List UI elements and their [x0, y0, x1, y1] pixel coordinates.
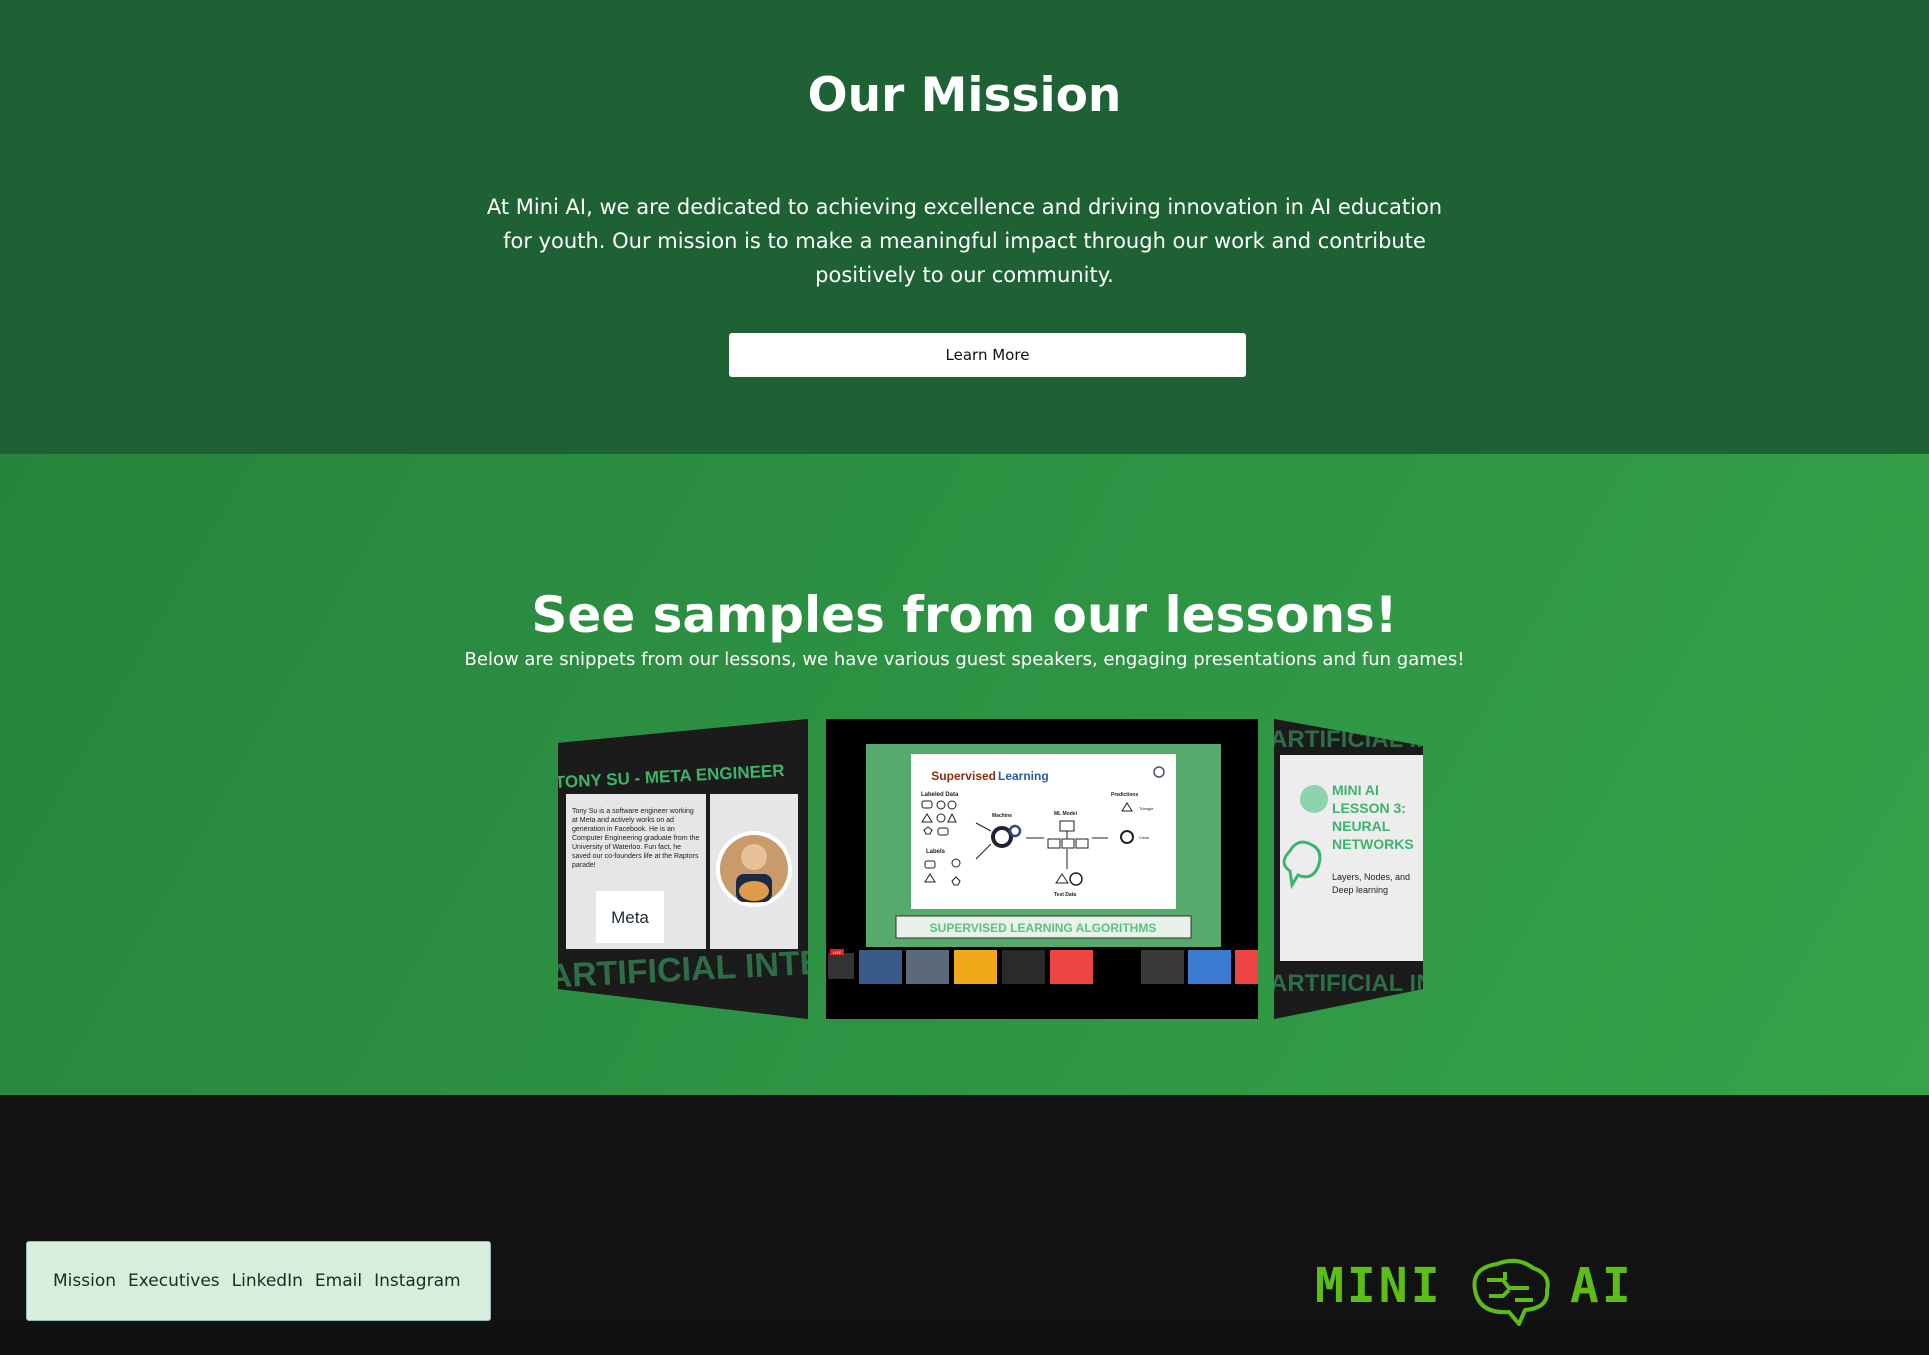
- lesson3-subheading: Layers, Nodes, and Deep learning: [1332, 872, 1411, 895]
- mission-paragraph: At Mini AI, we are dedicated to achievin…: [486, 195, 1443, 287]
- footer-link-instagram[interactable]: Instagram: [374, 1271, 461, 1291]
- svg-text:Predictions: Predictions: [1111, 792, 1138, 798]
- mini-ai-logo: MINI AI: [1315, 1250, 1635, 1330]
- lesson3-heading: MINI AI LESSON 3: NEURAL NETWORKS: [1332, 782, 1414, 851]
- mission-title: Our Mission: [807, 68, 1122, 123]
- footer-link-email[interactable]: Email: [315, 1271, 362, 1291]
- svg-text:Labeled Data: Labeled Data: [921, 792, 959, 798]
- supervised-learning-slide-art: Supervised Learning Labeled Data Labels …: [826, 719, 1258, 1019]
- footer: Mission Executives LinkedIn Email Instag…: [0, 1095, 1929, 1355]
- mission-section: Our Mission At Mini AI, we are dedicated…: [0, 0, 1929, 454]
- svg-text:Machine: Machine: [992, 813, 1012, 819]
- footer-nav: Mission Executives LinkedIn Email Instag…: [26, 1241, 491, 1321]
- learn-more-button[interactable]: Learn More: [729, 333, 1246, 377]
- meta-logo-text: Meta: [611, 908, 649, 927]
- neural-networks-slide-art: ARTIFICIAL INTELLIGENCE (A ARTIFICIAL IN…: [1274, 719, 1423, 1019]
- footer-link-executives[interactable]: Executives: [128, 1271, 220, 1291]
- logo-word-ai: AI: [1570, 1258, 1634, 1314]
- slide-guest-speaker[interactable]: ARTIFICIAL INTELLIGENCE (A TONY SU - MET…: [558, 719, 808, 1019]
- lesson-carousel[interactable]: ARTIFICIAL INTELLIGENCE (A TONY SU - MET…: [558, 719, 1423, 1019]
- slide-neural-networks[interactable]: ARTIFICIAL INTELLIGENCE (A ARTIFICIAL IN…: [1274, 719, 1423, 1019]
- speaker-bio: Tony Su is a software engineer working a…: [572, 808, 700, 869]
- svg-text:ML Model: ML Model: [1054, 811, 1078, 817]
- lessons-title: See samples from our lessons!: [531, 586, 1398, 644]
- slide-supervised-learning[interactable]: Supervised Learning Labeled Data Labels …: [826, 719, 1258, 1019]
- svg-text:Triangle: Triangle: [1139, 806, 1154, 811]
- footer-link-mission[interactable]: Mission: [53, 1271, 116, 1291]
- footer-link-linkedin[interactable]: LinkedIn: [232, 1271, 303, 1291]
- svg-text:Circle: Circle: [1139, 835, 1150, 840]
- svg-text:LIVE: LIVE: [833, 950, 842, 955]
- slide-title-b: Learning: [998, 769, 1049, 783]
- svg-text:Test Data: Test Data: [1054, 892, 1076, 898]
- slide-title-a: Supervised: [931, 769, 996, 783]
- lessons-section: See samples from our lessons! Below are …: [0, 454, 1929, 1095]
- video-call-strip: LIVE: [826, 947, 1258, 987]
- svg-text:ARTIFICIAL INTELLIGENCE (A: ARTIFICIAL INTELLIGENCE (A: [1274, 726, 1423, 753]
- brain-icon: [1472, 1258, 1550, 1326]
- lessons-subtitle: Below are snippets from our lessons, we …: [464, 649, 1465, 670]
- guest-speaker-slide-art: ARTIFICIAL INTELLIGENCE (A TONY SU - MET…: [558, 719, 808, 1019]
- logo-word-mini: MINI: [1315, 1258, 1443, 1314]
- svg-text:ARTIFICIAL INTELLIGENCE (A: ARTIFICIAL INTELLIGENCE (A: [1274, 970, 1423, 997]
- svg-text:Labels: Labels: [926, 849, 946, 855]
- slide-banner: SUPERVISED LEARNING ALGORITHMS: [930, 921, 1157, 935]
